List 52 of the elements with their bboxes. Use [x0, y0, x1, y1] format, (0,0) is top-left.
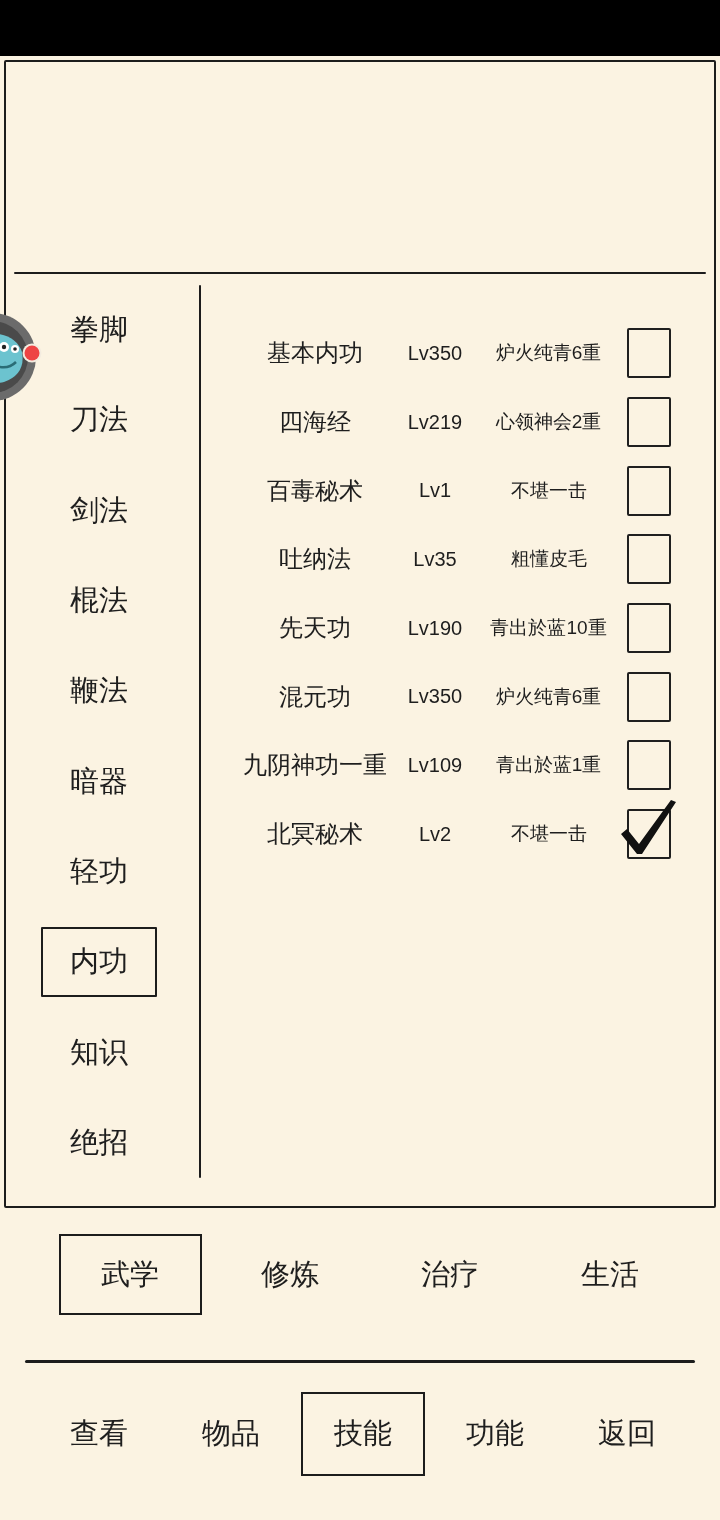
skill-name: 九阴神功一重	[243, 750, 387, 781]
skill-rank: 炉火纯青6重	[495, 341, 602, 366]
skill-name: 四海经	[279, 407, 351, 438]
checkbox[interactable]	[627, 671, 671, 722]
skill-level: Lv219	[407, 410, 463, 434]
nav-tab[interactable]: 功能	[433, 1392, 557, 1476]
sidebar-item[interactable]: 鞭法	[40, 656, 157, 727]
sidebar-item[interactable]: 暗器	[40, 746, 157, 817]
nav-tab[interactable]: 查看	[37, 1392, 161, 1476]
sidebar-item[interactable]: 棍法	[40, 566, 157, 637]
sidebar-item[interactable]: 绝招	[40, 1107, 157, 1178]
skill-level: Lv1	[418, 479, 452, 503]
notification-dot-icon	[22, 343, 42, 363]
sidebar-item[interactable]: 拳脚	[40, 295, 157, 366]
skill-rank: 心领神会2重	[495, 410, 602, 435]
skill-name: 百毒秘术	[267, 475, 363, 506]
skill-rank: 青出於蓝10重	[490, 616, 607, 641]
skill-name: 混元功	[279, 681, 351, 712]
nav-tab[interactable]: 技能	[301, 1392, 425, 1476]
category-tab[interactable]: 武学	[58, 1234, 202, 1315]
category-tab[interactable]: 治疗	[378, 1234, 522, 1315]
skill-level: Lv350	[407, 685, 463, 709]
sidebar-item[interactable]: 刀法	[40, 385, 157, 456]
skill-rank: 炉火纯青6重	[495, 684, 602, 709]
checkbox[interactable]	[627, 534, 671, 585]
skill-name: 基本内功	[267, 338, 363, 369]
skill-level: Lv35	[413, 547, 457, 571]
checkbox[interactable]	[627, 740, 671, 791]
checkbox[interactable]	[620, 799, 676, 860]
sidebar-item[interactable]: 剑法	[40, 475, 157, 546]
skill-level: Lv109	[407, 753, 463, 777]
checkbox[interactable]	[627, 603, 671, 654]
skill-rank: 青出於蓝1重	[495, 753, 602, 778]
sidebar-item[interactable]: 内功	[40, 927, 157, 998]
sidebar-item[interactable]: 轻功	[40, 836, 157, 907]
checkbox[interactable]	[627, 465, 671, 516]
skill-level: Lv350	[407, 341, 463, 365]
skill-rank: 不堪一击	[510, 478, 587, 503]
skill-rank: 粗懂皮毛	[510, 547, 587, 572]
skill-name: 先天功	[279, 613, 351, 644]
skill-rank: 不堪一击	[510, 822, 587, 847]
skill-level: Lv2	[418, 822, 452, 846]
nav-tab[interactable]: 返回	[565, 1392, 689, 1476]
sidebar-item[interactable]: 知识	[40, 1017, 157, 1088]
nav-tab[interactable]: 物品	[169, 1392, 293, 1476]
category-tab[interactable]: 生活	[538, 1234, 682, 1315]
category-tab[interactable]: 修炼	[218, 1234, 362, 1315]
checkbox[interactable]	[627, 397, 671, 448]
skill-level: Lv190	[407, 616, 463, 640]
skill-name: 北冥秘术	[267, 819, 363, 850]
skill-name: 吐纳法	[279, 544, 351, 575]
checkbox[interactable]	[627, 328, 671, 379]
